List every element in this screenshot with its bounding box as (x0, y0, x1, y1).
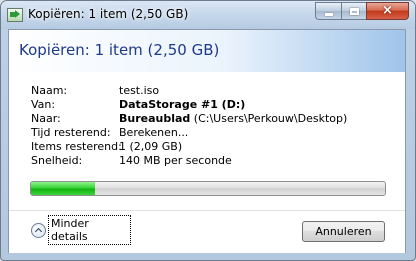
cancel-button[interactable]: Annuleren (302, 221, 385, 242)
destination-path: (C:\Users\Perkouw\Desktop) (190, 112, 348, 125)
copy-icon (7, 8, 23, 22)
detail-label: Snelheid: (31, 154, 83, 167)
close-icon: × (382, 3, 393, 18)
maximize-icon (350, 8, 359, 15)
detail-label: Van: (31, 98, 56, 111)
details-toggle-label: Minder details (48, 215, 131, 245)
title-bar[interactable]: Kopiëren: 1 item (2,50 GB) × (1, 1, 415, 29)
detail-label: Naam: (31, 84, 68, 97)
minimize-icon (325, 13, 333, 16)
minimize-button[interactable] (315, 2, 341, 20)
source-link[interactable]: DataStorage #1 (D:) (119, 98, 245, 111)
items-remaining-value: 1 (2,09 GB) (119, 140, 183, 153)
close-button[interactable]: × (366, 2, 409, 20)
progress-fill (31, 182, 95, 195)
detail-label: Naar: (31, 112, 61, 125)
time-remaining-value: Berekenen... (119, 126, 189, 139)
destination-value: Bureaublad (C:\Users\Perkouw\Desktop) (119, 112, 347, 125)
detail-label: Items resterend: (31, 140, 122, 153)
header-band: Kopiëren: 1 item (2,50 GB) (9, 30, 405, 72)
speed-value: 140 MB per seconde (119, 154, 232, 167)
caption-buttons: × (315, 2, 409, 21)
file-name-value: test.iso (119, 84, 160, 97)
chevron-up-icon (31, 222, 46, 238)
destination-link[interactable]: Bureaublad (119, 112, 190, 125)
copy-dialog-window: Kopiëren: 1 item (2,50 GB) × Kopiëren: 1… (0, 0, 416, 261)
dialog-content: Kopiëren: 1 item (2,50 GB) Naam: test.is… (8, 29, 406, 253)
page-title: Kopiëren: 1 item (2,50 GB) (19, 41, 220, 59)
detail-label: Tijd resterend: (31, 126, 111, 139)
maximize-button[interactable] (341, 2, 366, 20)
details-toggle-button[interactable]: Minder details (31, 215, 131, 245)
window-title: Kopiëren: 1 item (2,50 GB) (28, 7, 189, 21)
progress-bar (30, 181, 386, 196)
